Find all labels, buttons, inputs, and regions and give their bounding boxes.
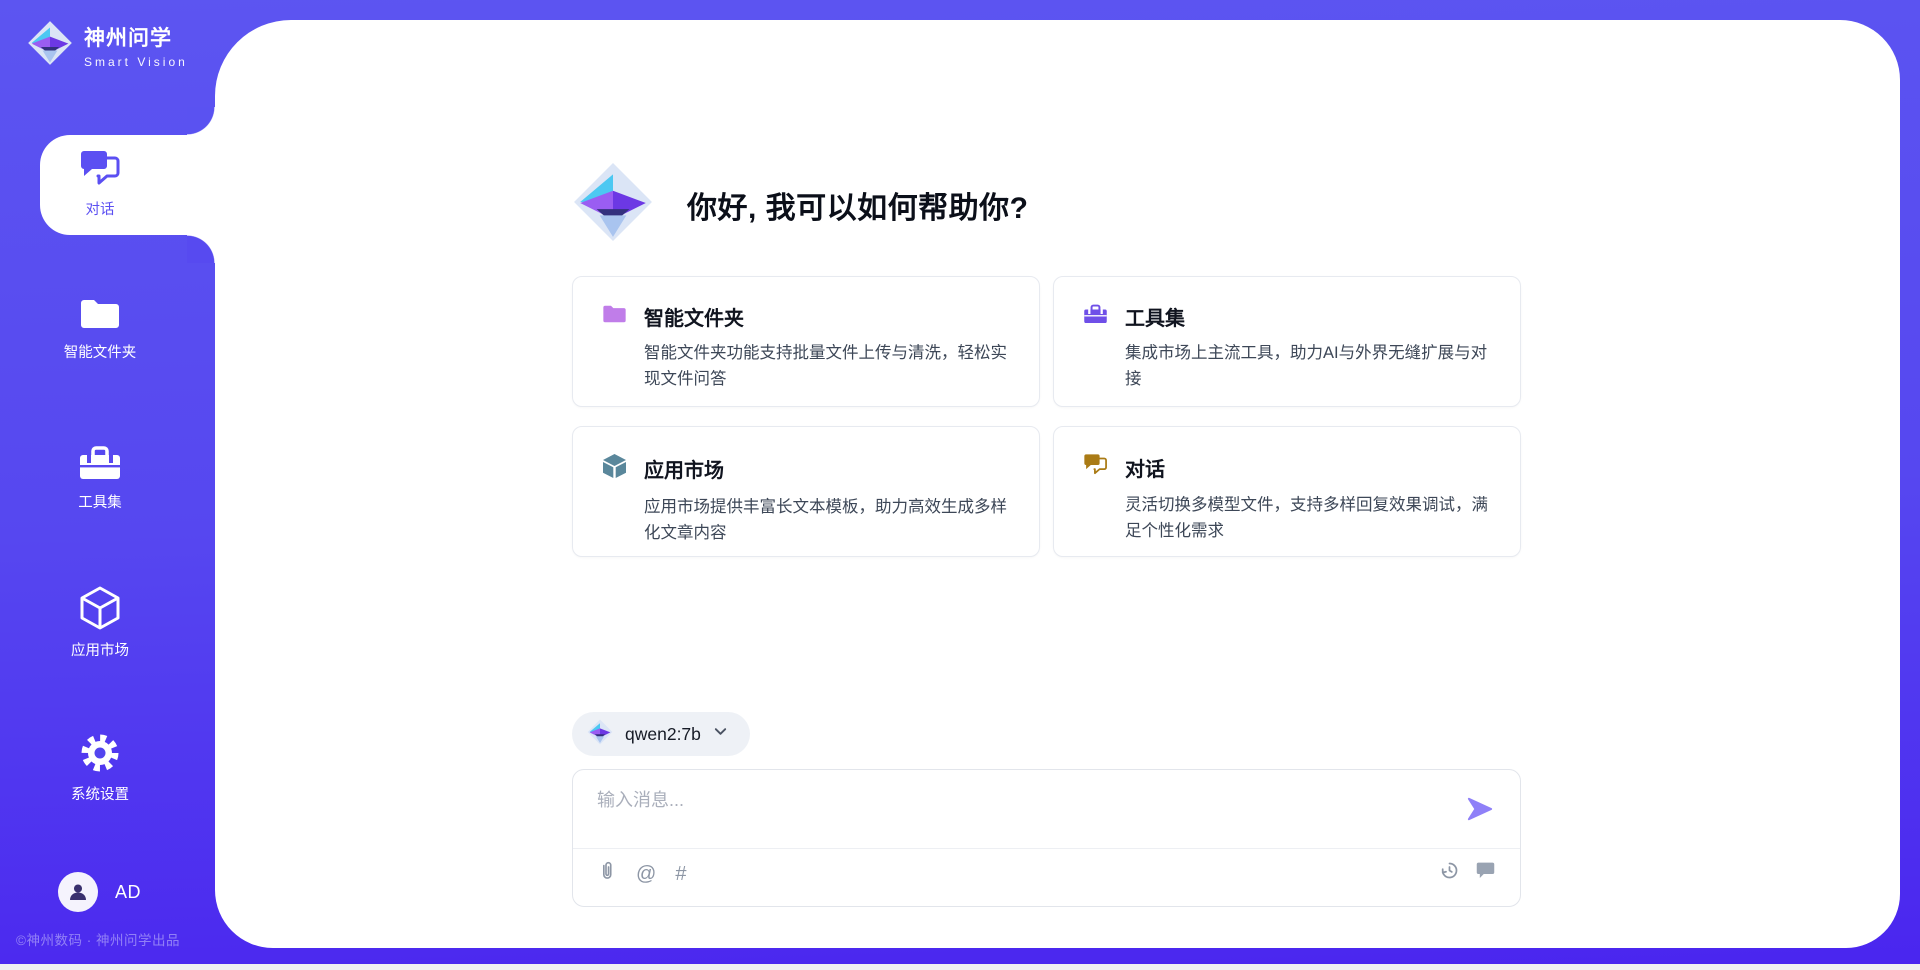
history-icon bbox=[1439, 860, 1460, 886]
gear-icon bbox=[40, 730, 160, 776]
card-head: 应用市场 bbox=[601, 452, 1011, 485]
hashtag-button[interactable]: # bbox=[675, 863, 686, 885]
toolbox-icon bbox=[40, 442, 160, 484]
model-selector[interactable]: qwen2:7b bbox=[572, 712, 750, 756]
user-initials: AD bbox=[115, 882, 141, 903]
sidebar-item-settings[interactable]: 系统设置 bbox=[40, 730, 160, 804]
model-name: qwen2:7b bbox=[625, 724, 701, 745]
cube-icon bbox=[40, 584, 160, 632]
brand: 神州问学 Smart Vision bbox=[27, 20, 188, 71]
card-head: 智能文件夹 bbox=[601, 302, 1011, 331]
sidebar-item-chat[interactable]: 对话 bbox=[40, 147, 160, 219]
card-title: 对话 bbox=[1125, 453, 1165, 482]
avatar bbox=[58, 872, 98, 912]
card-app-market[interactable]: 应用市场 应用市场提供丰富长文本模板，助力高效生成多样化文章内容 bbox=[572, 426, 1040, 557]
card-smart-folder[interactable]: 智能文件夹 智能文件夹功能支持批量文件上传与清洗，轻松实现文件问答 bbox=[572, 276, 1040, 407]
app-root: 神州问学 Smart Vision 对话 智能文件夹 bbox=[0, 0, 1920, 970]
brand-diamond-icon bbox=[27, 20, 73, 71]
chat-icon bbox=[40, 147, 160, 191]
card-title: 应用市场 bbox=[644, 454, 724, 483]
card-toolset[interactable]: 工具集 集成市场上主流工具，助力AI与外界无缝扩展与对接 bbox=[1053, 276, 1521, 407]
card-title: 工具集 bbox=[1125, 302, 1185, 331]
card-description: 智能文件夹功能支持批量文件上传与清洗，轻松实现文件问答 bbox=[644, 340, 1016, 393]
history-button[interactable] bbox=[1439, 860, 1460, 886]
greeting-title: 你好, 我可以如何帮助你? bbox=[687, 183, 1029, 227]
at-icon: @ bbox=[636, 863, 656, 885]
brand-diamond-icon bbox=[587, 719, 613, 750]
conversation-button[interactable] bbox=[1475, 860, 1496, 886]
card-description: 应用市场提供丰富长文本模板，助力高效生成多样化文章内容 bbox=[644, 494, 1016, 547]
brand-name: 神州问学 bbox=[84, 22, 188, 52]
attach-button[interactable] bbox=[597, 860, 617, 887]
composer-tools-left: @ # bbox=[597, 860, 686, 887]
mention-button[interactable]: @ bbox=[636, 863, 656, 885]
folder-icon bbox=[40, 294, 160, 334]
horizontal-scrollbar[interactable] bbox=[0, 964, 1920, 970]
brand-text: 神州问学 Smart Vision bbox=[84, 22, 188, 69]
composer-divider bbox=[573, 848, 1520, 849]
chat-icon bbox=[1082, 452, 1109, 483]
hash-icon: # bbox=[675, 863, 686, 885]
sidebar-item-toolset[interactable]: 工具集 bbox=[40, 442, 160, 512]
paperclip-icon bbox=[597, 860, 617, 887]
feature-cards: 智能文件夹 智能文件夹功能支持批量文件上传与清洗，轻松实现文件问答 bbox=[572, 276, 1521, 557]
sidebar-item-app-market[interactable]: 应用市场 bbox=[40, 584, 160, 660]
card-description: 灵活切换多模型文件，支持多样回复效果调试，满足个性化需求 bbox=[1125, 492, 1497, 545]
cube-icon bbox=[601, 452, 628, 485]
card-head: 对话 bbox=[1082, 452, 1492, 483]
folder-icon bbox=[601, 302, 628, 331]
sidebar-item-label: 对话 bbox=[40, 198, 160, 219]
chevron-down-icon bbox=[713, 724, 728, 744]
card-chat[interactable]: 对话 灵活切换多模型文件，支持多样回复效果调试，满足个性化需求 bbox=[1053, 426, 1521, 557]
send-icon bbox=[1466, 811, 1494, 826]
card-description: 集成市场上主流工具，助力AI与外界无缝扩展与对接 bbox=[1125, 340, 1497, 393]
message-composer: @ # bbox=[572, 769, 1521, 907]
sidebar-item-label: 系统设置 bbox=[40, 783, 160, 804]
send-button[interactable] bbox=[1465, 795, 1495, 825]
user-profile[interactable]: AD bbox=[58, 872, 141, 912]
sidebar-item-label: 工具集 bbox=[40, 491, 160, 512]
sidebar: 神州问学 Smart Vision 对话 智能文件夹 bbox=[0, 0, 215, 970]
message-icon bbox=[1475, 860, 1496, 886]
card-head: 工具集 bbox=[1082, 302, 1492, 331]
sidebar-item-label: 智能文件夹 bbox=[40, 341, 160, 362]
sidebar-item-smart-folder[interactable]: 智能文件夹 bbox=[40, 294, 160, 362]
toolbox-icon bbox=[1082, 302, 1109, 331]
message-input[interactable] bbox=[597, 786, 1447, 838]
brand-subtitle: Smart Vision bbox=[84, 55, 188, 69]
greeting: 你好, 我可以如何帮助你? bbox=[572, 161, 1029, 248]
main-panel: 你好, 我可以如何帮助你? 智能文件夹 智能文件夹功能支持批量文件上传与清洗，轻… bbox=[215, 20, 1900, 948]
composer-tools-right bbox=[1439, 860, 1496, 886]
brand-diamond-icon bbox=[572, 161, 654, 248]
card-title: 智能文件夹 bbox=[644, 302, 744, 331]
sidebar-item-label: 应用市场 bbox=[40, 639, 160, 660]
copyright-text: ©神州数码 · 神州问学出品 bbox=[16, 929, 180, 949]
